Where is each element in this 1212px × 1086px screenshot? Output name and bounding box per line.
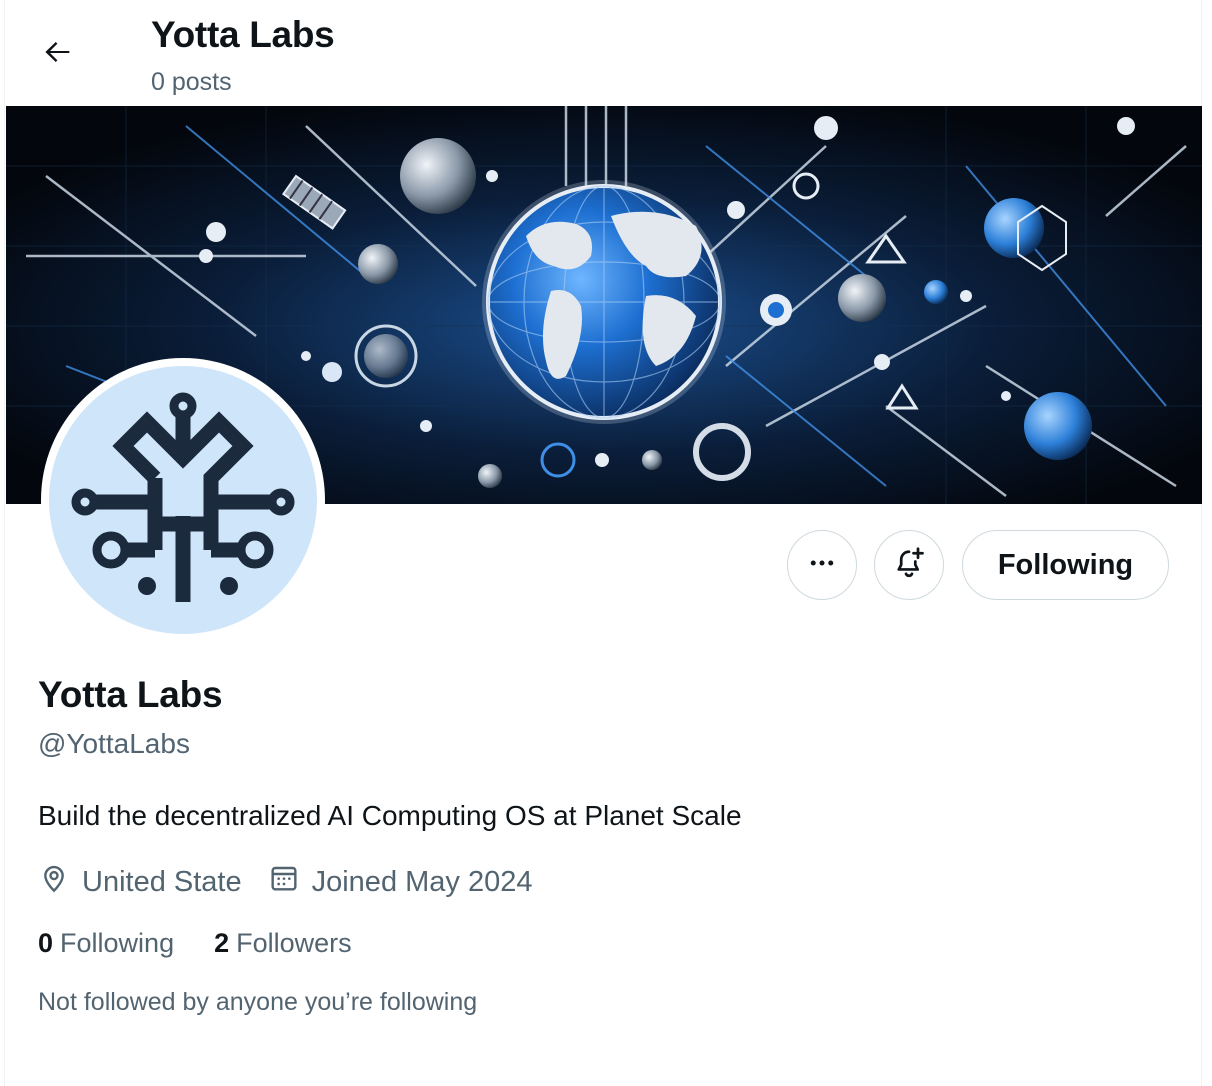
top-bar: Yotta Labs 0 posts [5, 0, 1201, 106]
yotta-labs-logo [71, 392, 295, 602]
header-title: Yotta Labs [151, 14, 335, 55]
profile-joined: Joined May 2024 [268, 862, 533, 902]
profile-display-name: Yotta Labs [38, 674, 223, 715]
notifications-button[interactable] [874, 530, 944, 600]
followers-count-link[interactable]: 2 Followers [214, 928, 352, 959]
arrow-left-icon [41, 35, 75, 74]
followers-count: 2 [214, 928, 230, 958]
profile-handle: @YottaLabs [38, 728, 190, 759]
profile-location: United State [38, 862, 242, 902]
location-text: United State [82, 865, 242, 898]
followers-label: Followers [236, 928, 352, 958]
location-pin-icon [38, 862, 82, 902]
back-button[interactable] [33, 32, 83, 76]
following-label: Following [60, 928, 175, 958]
following-count: 0 [38, 928, 54, 958]
profile-counts: 0 Following 2 Followers [38, 928, 352, 959]
profile-avatar[interactable] [41, 358, 325, 642]
profile-meta: United State Joined May 2024 [38, 862, 532, 902]
following-count-link[interactable]: 0 Following [38, 928, 174, 959]
profile-bio: Build the decentralized AI Computing OS … [38, 800, 742, 831]
calendar-icon [268, 862, 312, 902]
joined-text: Joined May 2024 [311, 865, 533, 898]
following-button[interactable]: Following [962, 530, 1169, 600]
header-posts-count: 0 posts [151, 68, 232, 96]
more-options-button[interactable] [787, 530, 857, 600]
more-horizontal-icon [807, 548, 837, 583]
bell-plus-icon [891, 545, 927, 586]
profile-page: Yotta Labs 0 posts Following Yotta Labs … [4, 0, 1202, 1086]
followed-by-note: Not followed by anyone you’re following [38, 988, 478, 1016]
